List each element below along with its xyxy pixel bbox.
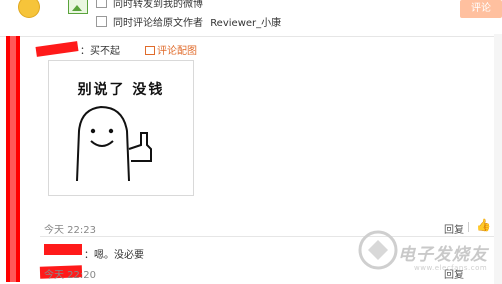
submit-comment-button[interactable]: 评论 [460,0,502,18]
comment-text: ：嗯。没必要 [84,250,144,261]
comment-text: ：买不起 [80,46,120,57]
annotation-bar-highlight [10,36,16,282]
comment-image-link[interactable]: 评论配图 [145,42,197,57]
comment-meme-image[interactable]: 别说了 没钱 [48,60,194,196]
watermark-url: www.elecfans.com [414,264,488,272]
forward-option-label: 同时转发到我的微博 [113,0,203,10]
comment-image-link-label: 评论配图 [157,46,197,57]
comment-author-checkbox[interactable] [96,16,107,27]
forward-checkbox[interactable] [96,0,107,8]
meme-drawing [76,105,152,182]
comment-timestamp: 今天 22:23 [44,225,96,236]
image-upload-icon[interactable] [68,0,88,14]
divider [0,36,502,37]
comment-author-option[interactable]: 同时评论给原文作者 Reviewer_小康 [96,16,281,30]
comment-author-option-label: 同时评论给原文作者 [113,18,203,29]
watermark-name: 电子发烧友 [398,245,488,265]
forward-option[interactable]: 同时转发到我的微博 [96,0,203,11]
comment-image-icon [145,46,155,55]
redacted-username [35,41,79,57]
comment-timestamp: 今天 22:20 [44,270,96,281]
comment-author-name: Reviewer_小康 [210,18,282,29]
redacted-username [44,244,82,255]
